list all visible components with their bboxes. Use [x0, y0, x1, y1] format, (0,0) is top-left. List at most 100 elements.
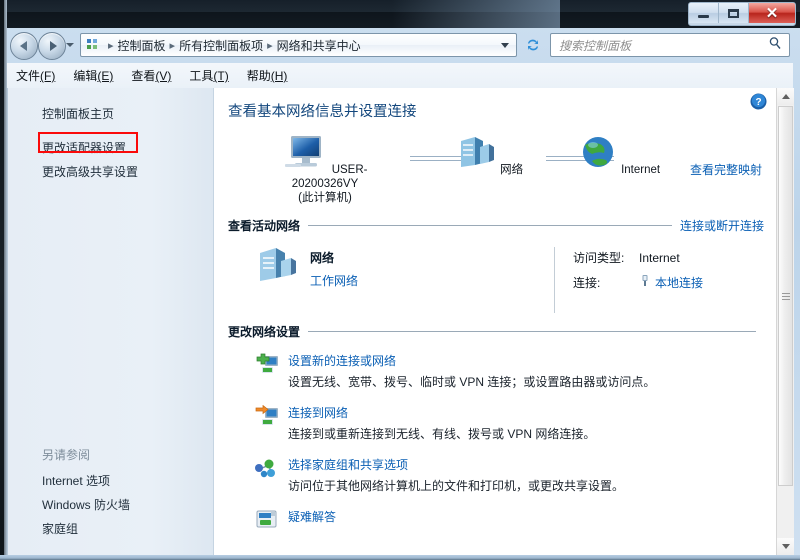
scroll-down-button[interactable] [777, 538, 794, 555]
map-node-computer[interactable]: USER-20200326VY (此计算机) [250, 133, 400, 205]
access-type-label: 访问类型: [573, 251, 625, 265]
active-networks-title: 查看活动网络 [228, 218, 301, 233]
menu-view[interactable]: 查看(V) [122, 64, 180, 87]
item-desc-setup-new-connection: 设置无线、宽带、拨号、临时或 VPN 连接；或设置路由器或访问点。 [288, 375, 656, 389]
title-bar: ✕ [0, 0, 800, 28]
window-controls: ✕ [688, 2, 796, 26]
active-network-text: 网络 工作网络 [310, 249, 358, 289]
menu-edit[interactable]: 编辑(E) [64, 64, 122, 87]
connection-label: 连接: [573, 276, 601, 290]
connect-network-icon [254, 404, 282, 442]
map-node-internet-label: Internet [621, 164, 661, 176]
sidebar-item-change-advanced-sharing[interactable]: 更改高级共享设置 [8, 160, 213, 184]
menu-help[interactable]: 帮助(H) [238, 64, 297, 87]
scroll-up-button[interactable] [777, 88, 794, 105]
sidebar-item-control-panel-home[interactable]: 控制面板主页 [8, 102, 213, 126]
svg-text:?: ? [755, 97, 761, 108]
sidebar-item-internet-options[interactable]: Internet 选项 [8, 469, 214, 493]
active-network-type-link[interactable]: 工作网络 [310, 272, 358, 289]
search-input[interactable]: 搜索控制面板 [559, 37, 768, 54]
minimize-button[interactable] [689, 3, 719, 23]
change-settings-title: 更改网络设置 [228, 324, 301, 339]
control-panel-icon [85, 37, 101, 53]
maximize-button[interactable] [719, 3, 749, 23]
recent-locations-dropdown[interactable] [66, 43, 74, 47]
chevron-up-icon [781, 94, 790, 99]
change-settings-header: 更改网络设置 [228, 321, 764, 341]
item-title-connect-to-network[interactable]: 连接到网络 [288, 404, 595, 421]
vertical-scrollbar[interactable] [776, 88, 794, 555]
item-desc-connect-to-network: 连接到或重新连接到无线、有线、拨号或 VPN 网络连接。 [288, 427, 596, 441]
close-button[interactable]: ✕ [749, 3, 795, 23]
minimize-icon [698, 15, 709, 18]
item-title-setup-new-connection[interactable]: 设置新的连接或网络 [288, 352, 655, 369]
change-settings-items: 设置新的连接或网络 设置无线、宽带、拨号、临时或 VPN 连接；或设置路由器或访… [254, 352, 794, 538]
title-bar-glass [0, 0, 560, 28]
item-troubleshoot[interactable]: 疑难解答 [254, 508, 794, 538]
item-body: 选择家庭组和共享选项 访问位于其他网络计算机上的文件和打印机，或更改共享设置。 [282, 456, 624, 494]
connection-value-link[interactable]: 本地连接 [655, 274, 703, 291]
address-bar[interactable]: ▸ 控制面板 ▸ 所有控制面板项 ▸ 网络和共享中心 [80, 33, 517, 57]
explorer-window: ✕ ▸ 控制面板 ▸ 所有控制面板项 ▸ 网络和共享中心 搜索控制面板 文件(F… [0, 0, 800, 560]
server-icon [455, 137, 500, 176]
globe-icon [578, 137, 621, 176]
item-body: 疑难解答 [282, 508, 336, 538]
active-network-row: 网络 工作网络 访问类型: Internet 连接: 本地连接 [254, 245, 794, 321]
search-box[interactable]: 搜索控制面板 [550, 33, 790, 57]
back-arrow-icon [19, 41, 27, 51]
back-button[interactable] [10, 32, 38, 60]
new-connection-icon [254, 352, 282, 390]
main-pane: ? 查看基本网络信息并设置连接 USER-20200326VY (此计算机) 网… [214, 88, 794, 555]
forward-button[interactable] [38, 32, 66, 60]
breadcrumb-item-control-panel[interactable]: 控制面板 [118, 37, 166, 54]
breadcrumb-item-all-items[interactable]: 所有控制面板项 [179, 37, 263, 54]
content-area: 控制面板主页 更改适配器设置 更改高级共享设置 另请参阅 Internet 选项… [7, 88, 794, 555]
close-icon: ✕ [765, 4, 779, 22]
breadcrumb-item-network-sharing[interactable]: 网络和共享中心 [277, 37, 361, 54]
menu-file[interactable]: 文件(F) [7, 64, 64, 87]
connect-disconnect-link[interactable]: 连接或断开连接 [680, 217, 764, 234]
window-left-border-dark [0, 0, 4, 560]
see-also-heading: 另请参阅 [42, 448, 91, 462]
item-title-homegroup-sharing[interactable]: 选择家庭组和共享选项 [288, 456, 624, 473]
access-type-value: Internet [639, 250, 680, 265]
map-node-network[interactable]: 网络 [444, 133, 534, 177]
item-homegroup-sharing[interactable]: 选择家庭组和共享选项 访问位于其他网络计算机上的文件和打印机，或更改共享设置。 [254, 456, 794, 494]
breadcrumb-separator: ▸ [267, 39, 273, 52]
item-body: 设置新的连接或网络 设置无线、宽带、拨号、临时或 VPN 连接；或设置路由器或访… [282, 352, 655, 390]
sidebar-item-homegroup[interactable]: 家庭组 [8, 517, 214, 541]
page-title: 查看基本网络信息并设置连接 [228, 104, 417, 120]
help-icon[interactable]: ? [750, 93, 767, 110]
sidebar-item-windows-firewall[interactable]: Windows 防火墙 [8, 493, 214, 517]
maximize-icon [728, 8, 739, 18]
active-network-identity[interactable]: 网络 工作网络 [254, 245, 554, 321]
troubleshoot-icon [254, 508, 282, 538]
item-title-troubleshoot[interactable]: 疑难解答 [288, 508, 336, 525]
breadcrumb-separator: ▸ [108, 39, 114, 52]
connection-row: 连接: 本地连接 [573, 274, 703, 291]
item-setup-new-connection[interactable]: 设置新的连接或网络 设置无线、宽带、拨号、临时或 VPN 连接；或设置路由器或访… [254, 352, 794, 390]
refresh-icon [528, 39, 538, 51]
active-network-name: 网络 [310, 251, 335, 265]
menu-bar: 文件(F) 编辑(E) 查看(V) 工具(T) 帮助(H) [7, 63, 793, 89]
sidebar-item-change-adapter-settings[interactable]: 更改适配器设置 [8, 136, 213, 160]
forward-arrow-icon [49, 41, 57, 51]
menu-tools[interactable]: 工具(T) [180, 64, 237, 87]
refresh-button[interactable] [522, 34, 544, 56]
map-node-internet[interactable]: Internet [564, 133, 674, 177]
vertical-divider [554, 247, 555, 313]
scrollbar-thumb[interactable] [778, 106, 793, 486]
access-type-row: 访问类型: Internet [573, 249, 703, 266]
address-dropdown-icon[interactable] [501, 42, 509, 48]
view-full-map-link[interactable]: 查看完整映射 [690, 161, 762, 178]
map-node-computer-sublabel: (此计算机) [298, 192, 352, 204]
item-connect-to-network[interactable]: 连接到网络 连接到或重新连接到无线、有线、拨号或 VPN 网络连接。 [254, 404, 794, 442]
network-map: USER-20200326VY (此计算机) 网络 Internet 查看完整映… [214, 129, 794, 215]
section-divider [308, 330, 756, 332]
homegroup-icon [254, 456, 282, 494]
scrollbar-grip-icon [781, 291, 790, 302]
sidebar: 控制面板主页 更改适配器设置 更改高级共享设置 另请参阅 Internet 选项… [8, 88, 214, 555]
window-bottom-border [0, 555, 800, 560]
chevron-down-icon [781, 544, 790, 549]
